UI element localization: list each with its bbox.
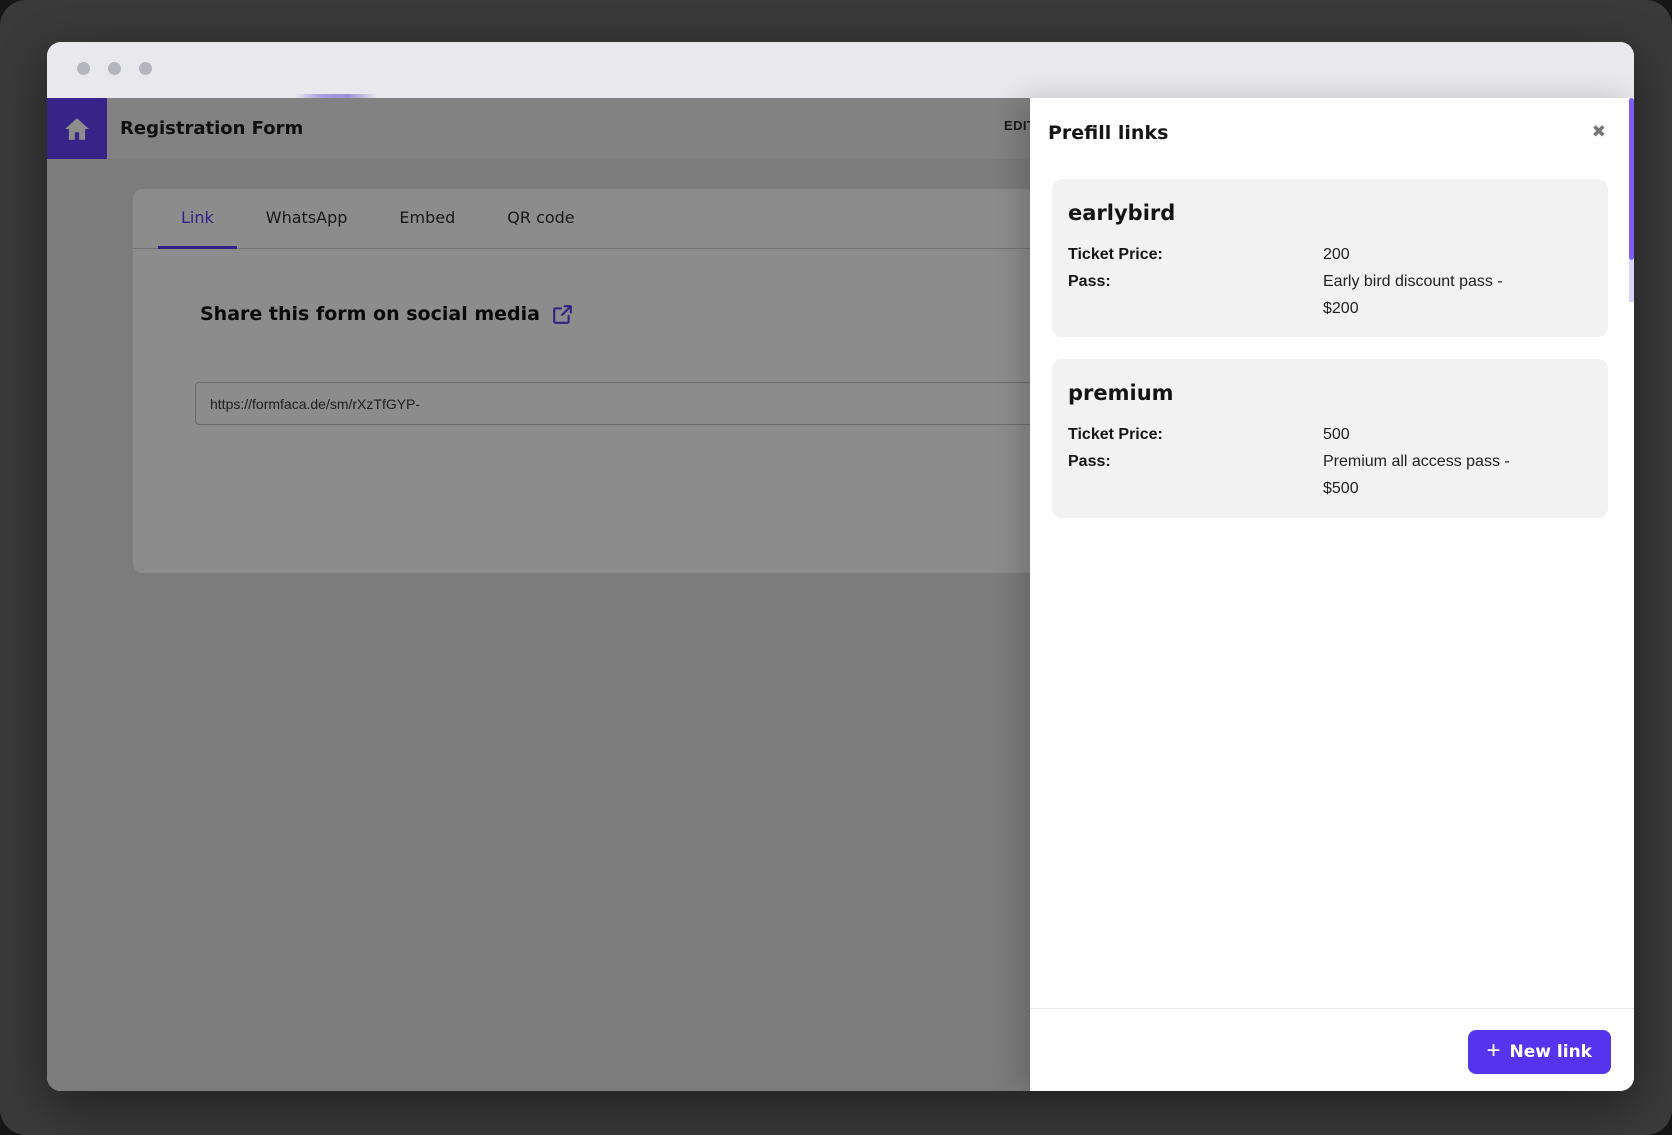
field-row: Pass: Early bird discount pass - $200 xyxy=(1068,268,1592,322)
drawer-header: Prefill links ✖ xyxy=(1030,98,1634,179)
field-row: Pass: Premium all access pass - $500 xyxy=(1068,448,1592,502)
field-label: Pass: xyxy=(1068,448,1323,502)
field-label: Ticket Price: xyxy=(1068,241,1323,268)
drawer-footer: + New link xyxy=(1030,1008,1634,1091)
window-control-maximize-dot[interactable] xyxy=(139,62,152,75)
window-titlebar xyxy=(47,42,1634,98)
field-row: Ticket Price: 200 xyxy=(1068,241,1592,268)
prefill-links-drawer: Prefill links ✖ earlybird Ticket Price: … xyxy=(1030,98,1634,1091)
scrollbar-track xyxy=(1629,260,1634,302)
browser-window: Registration Form EDIT Link WhatsApp Emb… xyxy=(47,42,1634,1091)
window-control-minimize-dot[interactable] xyxy=(108,62,121,75)
field-value: 200 xyxy=(1323,241,1538,268)
field-label: Ticket Price: xyxy=(1068,421,1323,448)
prefill-links-list: earlybird Ticket Price: 200 Pass: Early … xyxy=(1030,179,1634,518)
new-link-button[interactable]: + New link xyxy=(1468,1030,1611,1074)
plus-icon: + xyxy=(1487,1039,1501,1063)
prefill-link-card-earlybird[interactable]: earlybird Ticket Price: 200 Pass: Early … xyxy=(1052,179,1608,337)
prefill-link-name: earlybird xyxy=(1068,195,1592,231)
field-value: Early bird discount pass - $200 xyxy=(1323,268,1538,322)
app-viewport: Registration Form EDIT Link WhatsApp Emb… xyxy=(47,98,1634,1091)
field-row: Ticket Price: 500 xyxy=(1068,421,1592,448)
window-control-close-dot[interactable] xyxy=(77,62,90,75)
field-value: 500 xyxy=(1323,421,1538,448)
screenshot-backdrop: Registration Form EDIT Link WhatsApp Emb… xyxy=(0,0,1672,1135)
field-label: Pass: xyxy=(1068,268,1323,322)
prefill-link-card-premium[interactable]: premium Ticket Price: 500 Pass: Premium … xyxy=(1052,359,1608,518)
field-value: Premium all access pass - $500 xyxy=(1323,448,1538,502)
close-icon[interactable]: ✖ xyxy=(1592,122,1606,142)
drawer-title: Prefill links xyxy=(1048,122,1168,144)
prefill-link-name: premium xyxy=(1068,375,1592,411)
scrollbar-thumb[interactable] xyxy=(1629,98,1634,260)
new-link-label: New link xyxy=(1510,1042,1592,1062)
